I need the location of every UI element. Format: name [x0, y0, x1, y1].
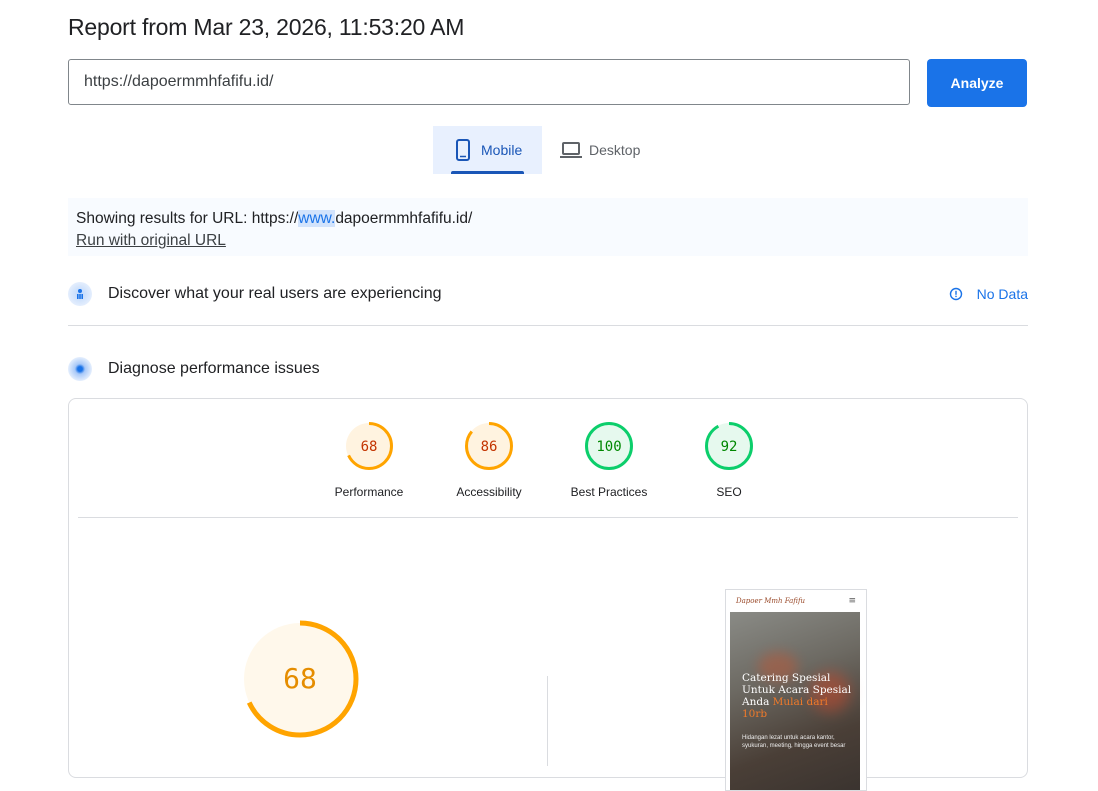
- hamburger-menu-icon: ≡: [848, 596, 856, 606]
- tab-mobile[interactable]: Mobile: [433, 126, 542, 174]
- screenshot-site-name: Dapoer Mmh Fafifu: [736, 597, 806, 605]
- vertical-divider: [547, 676, 548, 766]
- notice-highlight: www.: [298, 210, 336, 227]
- score-gauge-seo[interactable]: 92 SEO: [669, 421, 789, 499]
- laptop-icon: [559, 138, 583, 162]
- page-title: Report from Mar 23, 2026, 11:53:20 AM: [68, 14, 465, 40]
- tab-desktop[interactable]: Desktop: [554, 126, 658, 174]
- score-value: 100: [596, 439, 621, 455]
- tab-mobile-label: Mobile: [481, 142, 523, 158]
- page-screenshot: Dapoer Mmh Fafifu ≡ Catering Spesial Unt…: [725, 589, 867, 791]
- users-icon: [68, 282, 92, 306]
- score-value: 68: [361, 439, 378, 455]
- info-icon: [949, 287, 962, 301]
- field-data-title: Discover what your real users are experi…: [108, 285, 442, 302]
- score-gauge-performance[interactable]: 68 Performance: [309, 421, 429, 499]
- screenshot-hero: Catering Spesial Untuk Acara Spesial And…: [730, 612, 860, 790]
- performance-big-gauge: 68: [240, 619, 360, 744]
- score-value: 86: [481, 439, 498, 455]
- url-input[interactable]: [68, 59, 910, 105]
- field-data-section: Discover what your real users are experi…: [68, 282, 1028, 306]
- big-score-value: 68: [283, 662, 317, 695]
- score-gauge-accessibility[interactable]: 86 Accessibility: [429, 421, 549, 499]
- score-label: Performance: [334, 485, 404, 499]
- card-divider: [78, 517, 1018, 518]
- lab-data-section: Diagnose performance issues: [68, 357, 1028, 381]
- scores-card: 68 Performance 86 Accessibility 100 Best Prac…: [68, 398, 1028, 791]
- screenshot-header: Dapoer Mmh Fafifu ≡: [726, 590, 866, 612]
- diagnose-icon: [68, 357, 92, 381]
- notice-prefix: Showing results for URL: https://: [76, 210, 299, 227]
- no-data-label: No Data: [976, 286, 1028, 302]
- score-label: SEO: [716, 485, 742, 499]
- lab-data-title: Diagnose performance issues: [108, 360, 320, 377]
- analyze-button[interactable]: Analyze: [927, 59, 1027, 107]
- url-notice: Showing results for URL: https://www.dap…: [68, 198, 1028, 256]
- tab-desktop-label: Desktop: [589, 142, 641, 158]
- score-gauge-best-practices[interactable]: 100 Best Practices: [549, 421, 669, 499]
- active-tab-indicator: [451, 171, 524, 174]
- notice-suffix: dapoermmhfafifu.id/: [335, 210, 473, 227]
- no-data-indicator[interactable]: No Data: [949, 286, 1028, 302]
- screenshot-hero-title: Catering Spesial Untuk Acara Spesial And…: [742, 672, 854, 720]
- score-label: Best Practices: [570, 485, 648, 499]
- run-original-url-link[interactable]: Run with original URL: [76, 230, 1020, 252]
- screenshot-hero-subtitle: Hidangan lezat untuk acara kantor, syuku…: [742, 735, 846, 749]
- score-label: Accessibility: [456, 485, 522, 499]
- section-divider: [68, 325, 1028, 326]
- score-value: 92: [721, 439, 738, 455]
- mobile-icon: [451, 138, 475, 162]
